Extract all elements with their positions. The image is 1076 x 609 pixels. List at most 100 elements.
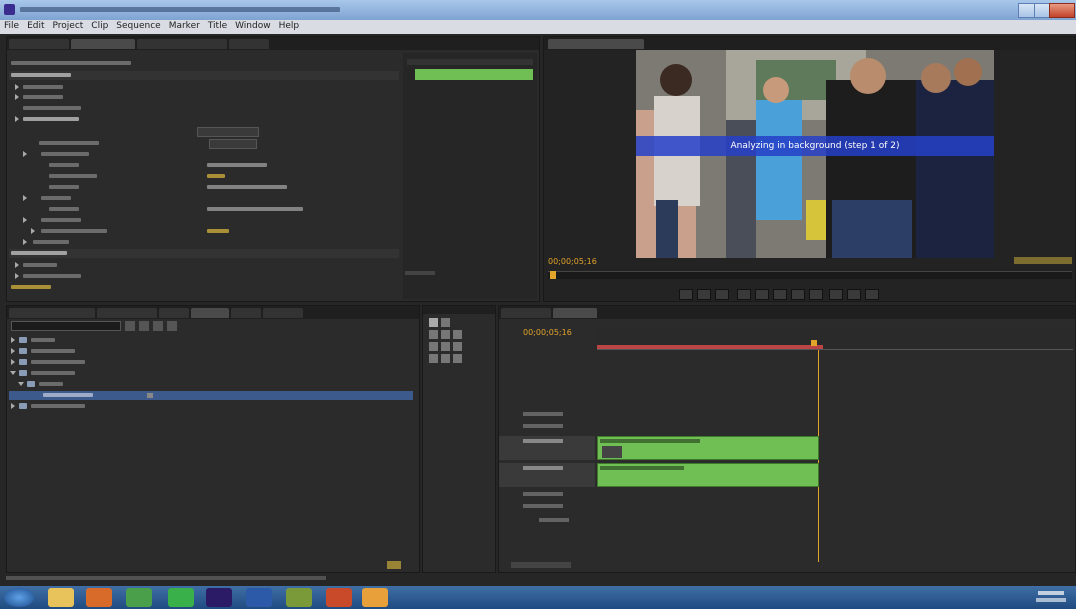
audio-track-3-header[interactable] — [499, 502, 595, 512]
smoothness-row[interactable] — [9, 172, 399, 181]
mark-out-button[interactable] — [715, 289, 729, 300]
yuv-effects-icon[interactable] — [167, 321, 177, 331]
time-remapping-row[interactable] — [9, 104, 399, 113]
audio-track-1-header[interactable] — [499, 463, 595, 487]
play-button[interactable] — [773, 289, 787, 300]
menu-project[interactable]: Project — [49, 20, 88, 32]
presets-folder[interactable] — [9, 336, 417, 345]
stabilization-row[interactable] — [9, 150, 399, 159]
tab-history[interactable] — [263, 308, 303, 318]
volume-effect-row[interactable] — [9, 261, 399, 270]
menu-clip[interactable]: Clip — [87, 20, 112, 32]
file-explorer-icon[interactable] — [48, 588, 74, 607]
motion-effect-row[interactable] — [9, 83, 399, 92]
result-row[interactable] — [9, 161, 399, 170]
selection-tool-icon[interactable] — [429, 318, 438, 327]
tab-media-browser[interactable] — [97, 308, 157, 318]
extract-button[interactable] — [847, 289, 861, 300]
tab-effects[interactable] — [191, 308, 229, 318]
additional-scale-row[interactable] — [9, 227, 399, 236]
new-bin-icon[interactable] — [125, 321, 135, 331]
video-track-1-header[interactable] — [499, 436, 595, 460]
step-back-button[interactable] — [755, 289, 769, 300]
tab-metadata[interactable] — [229, 39, 269, 49]
warp-stabilizer-row[interactable] — [9, 115, 399, 124]
snap-toggle-icon[interactable] — [559, 350, 589, 358]
tab-project[interactable] — [9, 308, 95, 318]
playhead-handle[interactable] — [811, 340, 817, 346]
video-clip-nested-sequence[interactable] — [597, 436, 819, 460]
system-tray-icons[interactable] — [944, 593, 1014, 601]
zoom-tool-icon[interactable] — [453, 354, 462, 363]
warp-stabilizer-effect-item[interactable] — [9, 391, 413, 400]
utorrent-icon[interactable] — [126, 588, 152, 607]
channel-volume-row[interactable] — [9, 272, 399, 281]
audio-clip-nested-sequence[interactable] — [597, 463, 819, 487]
audio-track-2-header[interactable] — [499, 490, 595, 500]
rate-stretch-tool-icon[interactable] — [453, 330, 462, 339]
audio-transitions-folder[interactable] — [9, 358, 417, 367]
vlc-icon[interactable] — [362, 588, 388, 607]
playhead-marker[interactable] — [550, 271, 556, 279]
mini-scroll[interactable] — [405, 271, 435, 275]
track-select-tool-icon[interactable] — [441, 318, 450, 327]
video-effects-folder[interactable] — [9, 369, 417, 378]
menu-help[interactable]: Help — [275, 20, 304, 32]
new-custom-bin-icon[interactable] — [387, 561, 401, 569]
video-transitions-folder[interactable] — [9, 402, 417, 411]
slide-tool-icon[interactable] — [453, 342, 462, 351]
tab-program-sequence[interactable] — [548, 39, 644, 49]
work-area-bar[interactable] — [597, 345, 823, 349]
razor-tool-icon[interactable] — [429, 342, 438, 351]
audio-effects-folder[interactable] — [9, 347, 417, 356]
app-icon[interactable] — [286, 588, 312, 607]
menu-file[interactable]: File — [0, 20, 23, 32]
step-forward-button[interactable] — [791, 289, 805, 300]
clock[interactable] — [1034, 589, 1070, 605]
green-app-icon[interactable] — [168, 588, 194, 607]
go-to-in-button[interactable] — [737, 289, 751, 300]
advanced-row[interactable] — [9, 238, 399, 247]
tab-source[interactable] — [9, 39, 69, 49]
mark-in-button[interactable] — [697, 289, 711, 300]
lift-button[interactable] — [829, 289, 843, 300]
tab-audio-clip-mixer[interactable] — [137, 39, 227, 49]
program-scrubber[interactable] — [548, 271, 1072, 279]
borders-row[interactable] — [9, 194, 399, 203]
menu-window[interactable]: Window — [231, 20, 275, 32]
menu-sequence[interactable]: Sequence — [112, 20, 164, 32]
master-track-header[interactable] — [499, 516, 595, 526]
premiere-pro-taskbar-icon[interactable] — [206, 588, 232, 607]
close-button[interactable] — [1049, 3, 1075, 18]
add-marker-button[interactable] — [679, 289, 693, 300]
opacity-effect-row[interactable] — [9, 93, 399, 102]
rolling-edit-tool-icon[interactable] — [441, 330, 450, 339]
auto-scale-row[interactable] — [9, 216, 399, 225]
tab-markers[interactable] — [231, 308, 261, 318]
word-icon[interactable] — [246, 588, 272, 607]
32bit-effects-icon[interactable] — [153, 321, 163, 331]
tab-info[interactable] — [159, 308, 189, 318]
time-ruler[interactable] — [597, 328, 1073, 350]
export-frame-button[interactable] — [865, 289, 879, 300]
tab-sequence-01[interactable] — [501, 308, 551, 318]
firefox-icon[interactable] — [86, 588, 112, 607]
menu-edit[interactable]: Edit — [23, 20, 48, 32]
video-track-3-header[interactable] — [499, 410, 595, 420]
tab-effect-controls[interactable] — [71, 39, 135, 49]
hand-tool-icon[interactable] — [441, 354, 450, 363]
timeline-zoom-scroll[interactable] — [511, 562, 571, 568]
mini-clip-bar[interactable] — [415, 69, 533, 80]
pen-tool-icon[interactable] — [429, 354, 438, 363]
slip-tool-icon[interactable] — [441, 342, 450, 351]
method-row[interactable] — [9, 183, 399, 192]
accelerated-effects-icon[interactable] — [139, 321, 149, 331]
ripple-edit-tool-icon[interactable] — [429, 330, 438, 339]
framing-row[interactable] — [9, 205, 399, 214]
distort-folder[interactable] — [9, 380, 417, 389]
start-button-icon[interactable] — [4, 588, 34, 607]
effects-search-input[interactable] — [11, 321, 121, 331]
go-to-out-button[interactable] — [809, 289, 823, 300]
tab-nested-sequence[interactable] — [553, 308, 597, 318]
menu-marker[interactable]: Marker — [165, 20, 204, 32]
